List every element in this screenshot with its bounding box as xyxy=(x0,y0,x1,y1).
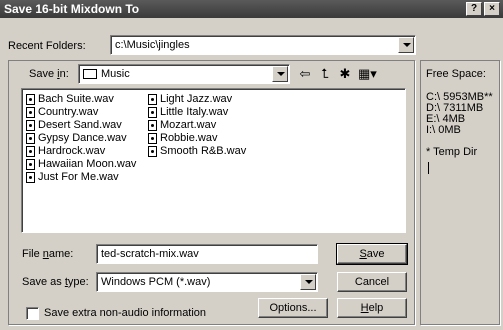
window-title: Save 16-bit Mixdown To xyxy=(4,2,140,16)
list-item[interactable]: Just For Me.wav xyxy=(26,171,136,184)
list-item[interactable]: Hardrock.wav xyxy=(26,145,136,158)
close-title-button[interactable]: × xyxy=(484,2,500,16)
list-item[interactable]: Gypsy Dance.wav xyxy=(26,132,136,145)
back-arrow-icon[interactable]: ⇦ xyxy=(296,66,314,82)
recent-folders-dropdown-icon[interactable] xyxy=(398,37,414,53)
save-in-value: Music xyxy=(101,68,130,80)
wav-file-icon xyxy=(26,146,35,157)
save-button[interactable]: Save xyxy=(336,243,408,265)
file-name-value: ted-scratch-mix.wav xyxy=(101,248,199,260)
recent-folders-combo[interactable]: c:\Music\jingles xyxy=(110,35,416,55)
view-menu-icon[interactable]: ▦▾ xyxy=(358,66,377,82)
folder-up-icon[interactable]: ⮤ xyxy=(316,66,334,82)
save-in-label: Save in: xyxy=(29,68,69,80)
list-item[interactable]: Smooth R&B.wav xyxy=(148,145,246,158)
list-item[interactable]: Country.wav xyxy=(26,106,136,119)
list-item[interactable]: Light Jazz.wav xyxy=(148,93,246,106)
wav-file-icon xyxy=(26,159,35,170)
wav-file-icon xyxy=(148,120,157,131)
wav-file-icon xyxy=(148,94,157,105)
wav-file-icon xyxy=(148,133,157,144)
save-in-combo[interactable]: Music xyxy=(78,64,290,84)
wav-file-icon xyxy=(26,94,35,105)
free-space-title: Free Space: xyxy=(426,68,486,80)
temp-dir-note: * Temp Dir xyxy=(426,146,478,158)
file-name-label: File name: xyxy=(22,248,74,260)
wav-file-icon xyxy=(26,172,35,183)
wav-file-icon xyxy=(148,146,157,157)
text-cursor xyxy=(428,162,429,174)
save-as-type-dropdown-icon[interactable] xyxy=(300,274,316,290)
save-in-dropdown-icon[interactable] xyxy=(272,66,288,82)
save-as-type-label: Save as type: xyxy=(22,276,89,288)
list-item[interactable]: Little Italy.wav xyxy=(148,106,246,119)
file-column-2: Light Jazz.wav Little Italy.wav Mozart.w… xyxy=(148,93,246,158)
extra-info-label: Save extra non-audio information xyxy=(44,307,207,319)
wav-file-icon xyxy=(26,107,35,118)
cancel-button[interactable]: Cancel xyxy=(337,272,407,292)
list-item[interactable]: Bach Suite.wav xyxy=(26,93,136,106)
drive-i: I:\ 0MB xyxy=(426,124,461,136)
list-item[interactable]: Desert Sand.wav xyxy=(26,119,136,132)
help-button[interactable]: Help xyxy=(337,298,407,318)
save-as-type-value: Windows PCM (*.wav) xyxy=(101,276,211,288)
list-item[interactable]: Hawaiian Moon.wav xyxy=(26,158,136,171)
drive-list: C:\ 5953MB** D:\ 7311MB E:\ 4MB I:\ 0MB xyxy=(426,92,493,136)
list-item[interactable]: Robbie.wav xyxy=(148,132,246,145)
file-column-1: Bach Suite.wav Country.wav Desert Sand.w… xyxy=(26,93,136,184)
help-title-button[interactable]: ? xyxy=(466,2,482,16)
title-bar: Save 16-bit Mixdown To xyxy=(0,0,503,18)
file-name-input[interactable]: ted-scratch-mix.wav xyxy=(96,244,318,264)
file-list[interactable]: Bach Suite.wav Country.wav Desert Sand.w… xyxy=(21,88,406,233)
recent-folders-value: c:\Music\jingles xyxy=(115,39,190,51)
list-item[interactable]: Mozart.wav xyxy=(148,119,246,132)
wav-file-icon xyxy=(148,107,157,118)
wav-file-icon xyxy=(26,133,35,144)
extra-info-checkbox[interactable] xyxy=(26,307,39,320)
options-button[interactable]: Options... xyxy=(258,298,328,318)
save-as-type-combo[interactable]: Windows PCM (*.wav) xyxy=(96,272,318,292)
folder-icon xyxy=(83,69,97,79)
wav-file-icon xyxy=(26,120,35,131)
new-folder-icon[interactable]: ✱ xyxy=(336,66,354,82)
recent-folders-label: Recent Folders: xyxy=(8,40,86,52)
